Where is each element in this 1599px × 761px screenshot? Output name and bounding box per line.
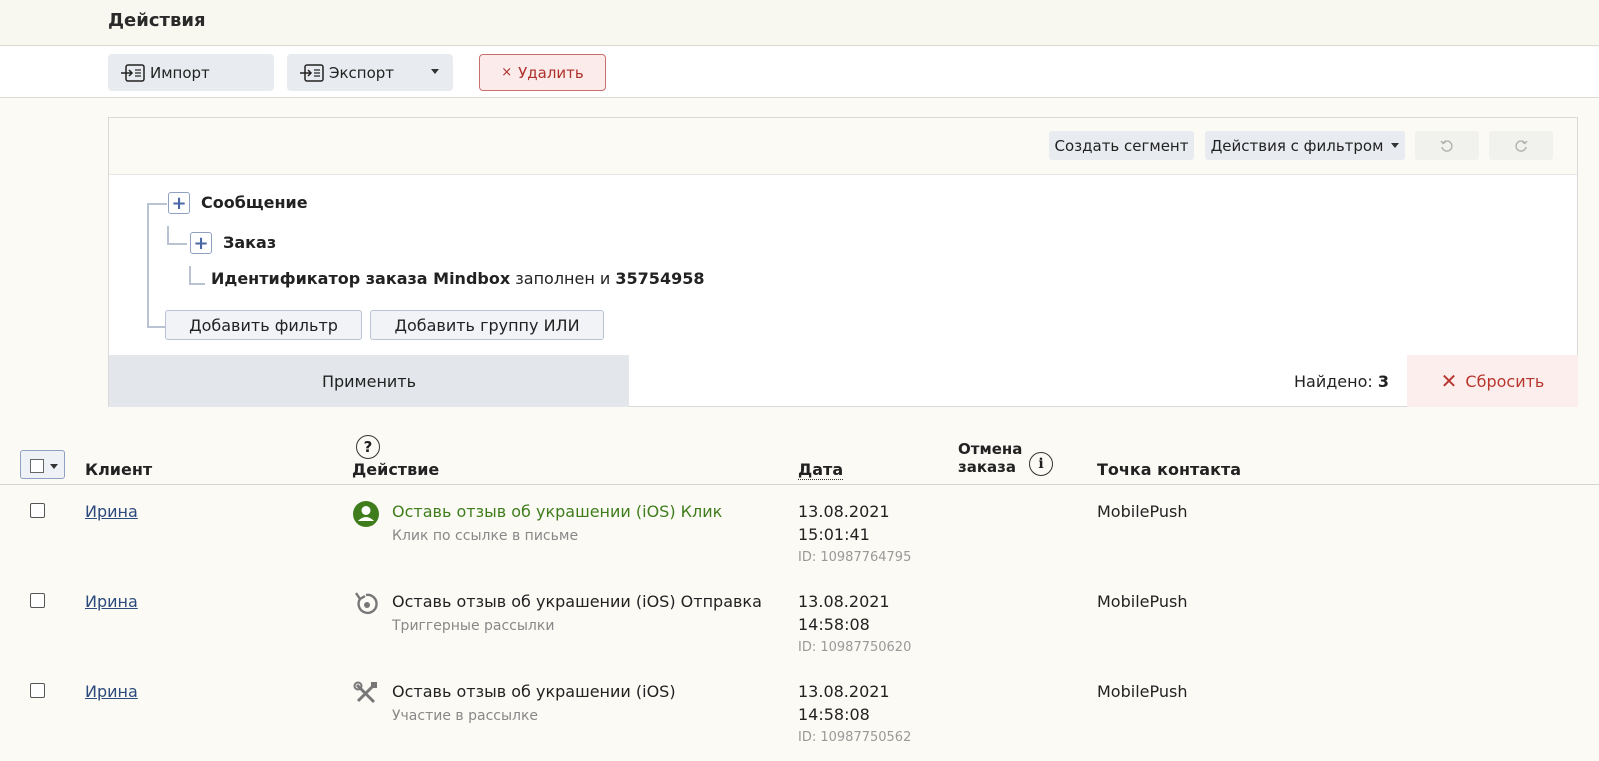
- action-subtitle: Триггерные рассылки: [392, 618, 555, 634]
- tools-icon: [353, 681, 377, 704]
- client-link[interactable]: Ирина: [85, 592, 138, 611]
- action-time: 14:58:08: [798, 615, 870, 634]
- import-button[interactable]: Импорт: [108, 54, 274, 91]
- info-icon[interactable]: i: [1029, 452, 1053, 476]
- plus-icon[interactable]: +: [190, 232, 212, 254]
- trigger-send-icon: [355, 592, 378, 615]
- condition-operator: заполнен и: [515, 269, 611, 288]
- filter-subgroup-label: Заказ: [223, 233, 277, 252]
- export-button[interactable]: Экспорт: [287, 54, 453, 91]
- contact-point: MobilePush: [1097, 682, 1188, 701]
- condition-field: Идентификатор заказа Mindbox: [211, 269, 511, 288]
- table-row: Ирина Оставь отзыв об украшении (iOS) Кл…: [0, 492, 1599, 582]
- close-icon: ×: [501, 65, 513, 80]
- filter-group-label: Сообщение: [201, 193, 308, 212]
- delete-button[interactable]: × Удалить: [479, 54, 606, 91]
- action-time: 15:01:41: [798, 525, 870, 544]
- found-label: Найдено:: [1294, 372, 1373, 391]
- client-link[interactable]: Ирина: [85, 682, 138, 701]
- create-segment-button[interactable]: Создать сегмент: [1049, 131, 1194, 160]
- page: Действия Импорт Экспорт × Удалить Создат…: [0, 0, 1599, 761]
- toolbar: Импорт Экспорт × Удалить: [0, 47, 1599, 98]
- redo-icon: [1515, 139, 1528, 152]
- found-value: 3: [1377, 372, 1390, 391]
- checkbox-icon: [30, 459, 44, 473]
- redo-button[interactable]: [1489, 131, 1553, 160]
- column-contact-point[interactable]: Точка контакта: [1097, 460, 1241, 479]
- client-link[interactable]: Ирина: [85, 502, 138, 521]
- tree-connector: [167, 226, 169, 244]
- action-title: Оставь отзыв об украшении (iOS): [392, 682, 676, 701]
- action-id: ID: 10987764795: [798, 550, 912, 565]
- add-or-group-button[interactable]: Добавить группу ИЛИ: [370, 310, 604, 340]
- action-title: Оставь отзыв об украшении (iOS) Отправка: [392, 592, 762, 611]
- column-order-cancel-line1: Отмена: [958, 440, 1023, 458]
- help-icon[interactable]: ?: [356, 435, 380, 459]
- chevron-down-icon: [431, 69, 439, 74]
- reset-button[interactable]: ✕ Сбросить: [1407, 355, 1578, 407]
- delete-label: Удалить: [518, 63, 584, 82]
- tree-connector: [189, 266, 191, 284]
- contact-point: MobilePush: [1097, 502, 1188, 521]
- column-client[interactable]: Клиент: [85, 460, 152, 479]
- column-date[interactable]: Дата: [798, 460, 844, 480]
- table-row: Ирина Оставь отзыв об украшении (iOS) От…: [0, 582, 1599, 672]
- filter-panel: Создать сегмент Действия с фильтром + Со…: [108, 117, 1578, 407]
- page-title: Действия: [108, 10, 206, 31]
- user-click-icon: [353, 501, 379, 527]
- plus-icon[interactable]: +: [168, 192, 190, 214]
- tree-connector: [147, 203, 149, 327]
- page-header: Действия: [0, 0, 1599, 46]
- row-checkbox[interactable]: [30, 503, 45, 518]
- undo-icon: [1440, 139, 1453, 152]
- export-label: Экспорт: [329, 63, 395, 82]
- row-checkbox[interactable]: [30, 593, 45, 608]
- export-icon: [300, 63, 324, 82]
- import-label: Импорт: [150, 63, 210, 82]
- tree-connector: [189, 283, 205, 285]
- column-order-cancel[interactable]: Отмена заказа: [958, 440, 1022, 476]
- action-date: 13.08.2021: [798, 682, 890, 701]
- chevron-down-icon: [50, 464, 58, 469]
- action-id: ID: 10987750562: [798, 730, 912, 745]
- action-time: 14:58:08: [798, 705, 870, 724]
- import-icon: [121, 63, 145, 82]
- column-order-cancel-line2: заказа: [958, 458, 1016, 476]
- reset-label: Сбросить: [1465, 371, 1545, 391]
- table-header: Клиент ? Действие Дата Отмена заказа i Т…: [0, 430, 1599, 485]
- close-icon: ✕: [1440, 369, 1458, 393]
- filter-condition[interactable]: Идентификатор заказа Mindbox заполнен и …: [211, 269, 704, 288]
- action-date: 13.08.2021: [798, 592, 890, 611]
- filter-toolbar: Создать сегмент Действия с фильтром: [109, 118, 1577, 175]
- tree-connector: [147, 203, 167, 205]
- apply-button[interactable]: Применить: [109, 355, 629, 407]
- row-checkbox[interactable]: [30, 683, 45, 698]
- add-filter-button[interactable]: Добавить фильтр: [165, 310, 362, 340]
- undo-button[interactable]: [1415, 131, 1479, 160]
- action-subtitle: Участие в рассылке: [392, 708, 539, 724]
- table-row: Ирина Оставь отзыв об украшении (iOS) Уч…: [0, 672, 1599, 761]
- filter-actions-button[interactable]: Действия с фильтром: [1205, 131, 1405, 160]
- found-count: Найдено: 3: [1294, 372, 1389, 391]
- action-date: 13.08.2021: [798, 502, 890, 521]
- condition-value: 35754958: [615, 269, 705, 288]
- action-id: ID: 10987750620: [798, 640, 912, 655]
- column-action[interactable]: Действие: [352, 460, 439, 479]
- tree-connector: [167, 243, 187, 245]
- action-subtitle: Клик по ссылке в письме: [392, 528, 579, 544]
- tree-connector: [147, 326, 165, 328]
- filter-actions-label: Действия с фильтром: [1210, 136, 1384, 155]
- chevron-down-icon: [1391, 143, 1400, 148]
- select-all-checkbox[interactable]: [20, 450, 65, 479]
- contact-point: MobilePush: [1097, 592, 1188, 611]
- action-title: Оставь отзыв об украшении (iOS) Клик: [392, 502, 723, 521]
